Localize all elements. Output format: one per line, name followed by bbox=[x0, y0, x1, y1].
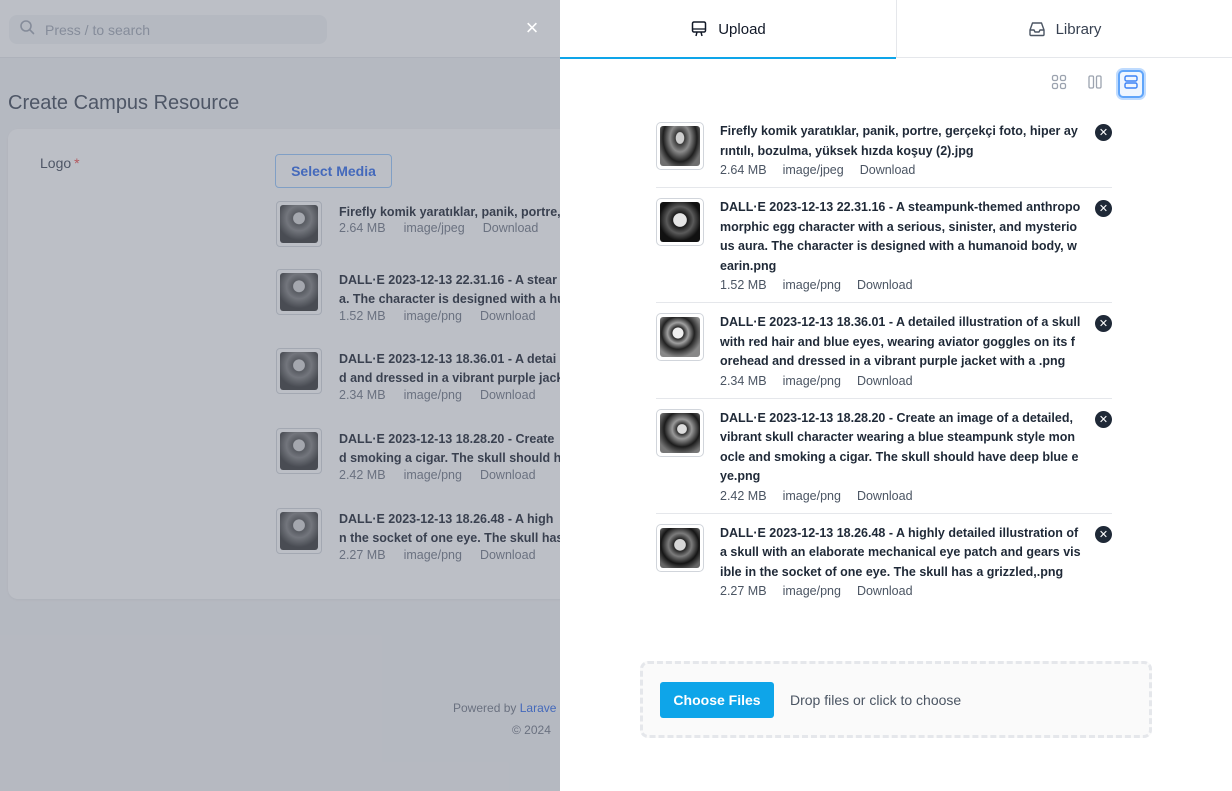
file-type: image/png bbox=[782, 373, 841, 388]
file-type: image/png bbox=[782, 278, 841, 292]
columns-view-button[interactable] bbox=[1082, 70, 1108, 98]
close-icon: ✕ bbox=[1098, 203, 1109, 215]
file-thumbnail bbox=[656, 122, 704, 170]
file-size: 2.27 MB bbox=[720, 584, 767, 598]
file-type: image/png bbox=[782, 584, 841, 598]
monitor-icon bbox=[690, 20, 708, 38]
file-item: DALL·E 2023-12-13 22.31.16 - A steampunk… bbox=[656, 188, 1112, 303]
file-item: DALL·E 2023-12-13 18.36.01 - A detailed … bbox=[656, 303, 1112, 399]
list-view-button[interactable] bbox=[1118, 70, 1144, 98]
file-meta: 2.64 MB image/jpeg Download bbox=[720, 163, 1112, 177]
close-drawer-button[interactable]: × bbox=[522, 17, 542, 39]
file-meta: 2.27 MB image/png Download bbox=[720, 584, 1112, 598]
file-size: 2.64 MB bbox=[720, 163, 767, 177]
file-item: Firefly komik yaratıklar, panik, portre,… bbox=[656, 112, 1112, 188]
grid-view-button[interactable] bbox=[1046, 70, 1072, 98]
view-mode-switch bbox=[1046, 70, 1144, 98]
file-size: 1.52 MB bbox=[720, 278, 767, 292]
choose-files-button[interactable]: Choose Files bbox=[660, 681, 774, 718]
close-icon: ✕ bbox=[1098, 127, 1109, 139]
file-name: DALL·E 2023-12-13 18.28.20 - Create an i… bbox=[720, 410, 1079, 484]
file-name: DALL·E 2023-12-13 22.31.16 - A steampunk… bbox=[720, 200, 1081, 273]
file-type: image/jpeg bbox=[782, 163, 844, 177]
file-meta: 2.42 MB image/png Download bbox=[720, 489, 1112, 503]
grid-view-icon bbox=[1051, 74, 1067, 95]
remove-file-button[interactable]: ✕ bbox=[1095, 315, 1112, 332]
tab-library-label: Library bbox=[1055, 20, 1102, 38]
tab-library[interactable]: Library bbox=[896, 0, 1232, 58]
file-type: image/png bbox=[782, 488, 841, 503]
file-thumbnail bbox=[656, 313, 704, 361]
file-meta: 1.52 MB image/png Download bbox=[720, 278, 1112, 292]
remove-file-button[interactable]: ✕ bbox=[1095, 525, 1112, 543]
close-icon: ✕ bbox=[1098, 318, 1109, 330]
file-dropzone[interactable]: Choose Files Drop files or click to choo… bbox=[640, 661, 1152, 738]
download-link[interactable]: Download bbox=[857, 584, 913, 598]
media-drawer: Upload Library Firefly komik yaratıklar,… bbox=[560, 0, 1232, 791]
columns-view-icon bbox=[1087, 74, 1103, 95]
list-view-icon bbox=[1123, 74, 1139, 95]
remove-file-button[interactable]: ✕ bbox=[1095, 124, 1112, 141]
modal-overlay[interactable] bbox=[0, 0, 560, 791]
remove-file-button[interactable]: ✕ bbox=[1095, 200, 1112, 217]
close-icon: ✕ bbox=[1098, 528, 1109, 541]
file-item: DALL·E 2023-12-13 18.26.48 - A highly de… bbox=[656, 514, 1112, 609]
remove-file-button[interactable]: ✕ bbox=[1095, 410, 1112, 428]
tab-upload-label: Upload bbox=[718, 20, 766, 38]
close-icon: ✕ bbox=[1098, 413, 1109, 426]
dropzone-hint: Drop files or click to choose bbox=[790, 691, 962, 708]
file-thumbnail bbox=[656, 198, 704, 246]
download-link[interactable]: Download bbox=[857, 489, 913, 503]
file-meta: 2.34 MB image/png Download bbox=[720, 374, 1112, 388]
file-item: DALL·E 2023-12-13 18.28.20 - Create an i… bbox=[656, 399, 1112, 514]
file-thumbnail bbox=[656, 523, 704, 572]
file-size: 2.34 MB bbox=[720, 373, 767, 388]
file-name: DALL·E 2023-12-13 18.36.01 - A detailed … bbox=[720, 315, 1081, 368]
download-link[interactable]: Download bbox=[860, 163, 916, 177]
download-link[interactable]: Download bbox=[857, 374, 913, 388]
file-thumbnail bbox=[656, 408, 704, 457]
file-name: DALL·E 2023-12-13 18.26.48 - A highly de… bbox=[720, 525, 1081, 579]
inbox-icon bbox=[1028, 20, 1046, 38]
file-name: Firefly komik yaratıklar, panik, portre,… bbox=[720, 124, 1078, 158]
tab-upload[interactable]: Upload bbox=[560, 0, 896, 59]
uploaded-file-list: Firefly komik yaratıklar, panik, portre,… bbox=[656, 112, 1112, 608]
download-link[interactable]: Download bbox=[857, 278, 913, 292]
drawer-tabs: Upload Library bbox=[560, 0, 1232, 59]
file-size: 2.42 MB bbox=[720, 488, 767, 503]
